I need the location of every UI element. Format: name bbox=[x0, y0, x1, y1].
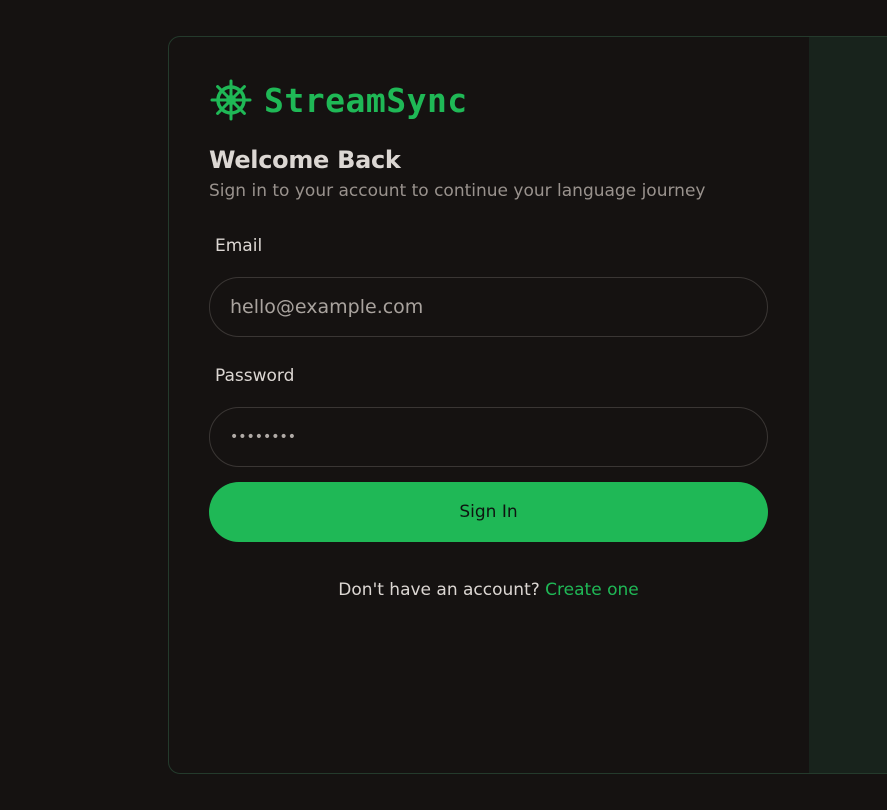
email-field[interactable] bbox=[230, 296, 747, 318]
helm-wheel-icon bbox=[210, 79, 252, 121]
side-panel bbox=[809, 37, 887, 773]
create-account-link[interactable]: Create one bbox=[545, 580, 639, 600]
page-subtitle: Sign in to your account to continue your… bbox=[209, 181, 706, 201]
sign-in-button[interactable]: Sign In bbox=[209, 482, 768, 542]
signup-prompt-text: Don't have an account? bbox=[338, 580, 540, 600]
page-title: Welcome Back bbox=[209, 146, 401, 174]
login-card: StreamSync Welcome Back Sign in to your … bbox=[168, 36, 887, 774]
brand-name: StreamSync bbox=[264, 80, 468, 120]
email-field-wrapper bbox=[209, 277, 768, 337]
password-field[interactable]: •••••••• bbox=[209, 407, 768, 467]
signup-prompt: Don't have an account? Create one bbox=[209, 580, 768, 600]
password-label: Password bbox=[215, 366, 295, 386]
brand-logo: StreamSync bbox=[210, 79, 468, 121]
password-value: •••••••• bbox=[230, 429, 297, 445]
email-label: Email bbox=[215, 236, 263, 256]
